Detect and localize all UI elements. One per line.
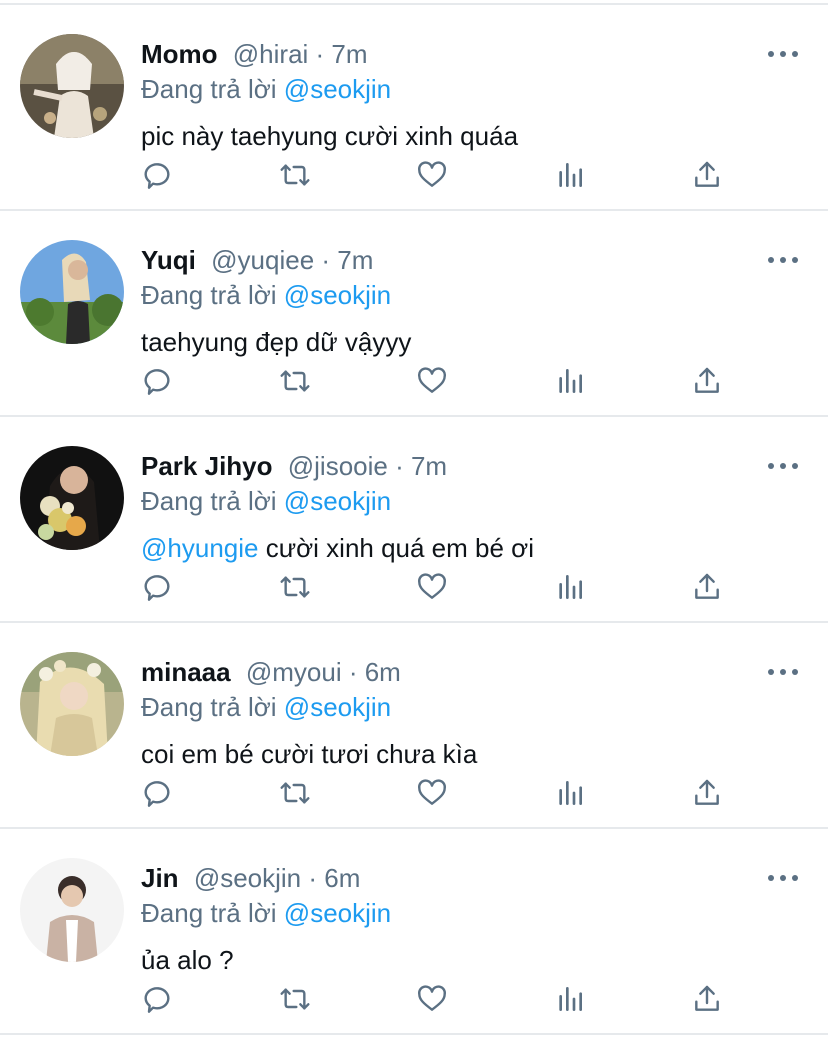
like-icon[interactable] xyxy=(412,361,452,401)
timestamp[interactable]: 7m xyxy=(337,245,373,275)
analytics-icon[interactable] xyxy=(550,773,590,813)
replying-to: Đang trả lời @seokjin xyxy=(141,279,391,311)
separator: · xyxy=(314,245,338,275)
separator: · xyxy=(308,39,332,69)
tweet-body: cười xinh quá em bé ơi xyxy=(258,533,534,563)
tweet-text: taehyung đẹp dữ vậyyy xyxy=(141,325,411,359)
reply-icon[interactable] xyxy=(137,361,177,401)
username[interactable]: @hirai xyxy=(233,39,309,69)
retweet-icon[interactable] xyxy=(275,979,315,1019)
tweet-body: taehyung đẹp dữ vậyyy xyxy=(141,327,412,357)
tweet-body: coi em bé cười tươi chưa kìa xyxy=(141,739,478,769)
username[interactable]: @myoui xyxy=(246,657,342,687)
username[interactable]: @seokjin xyxy=(194,863,301,893)
action-bar xyxy=(141,979,741,1019)
more-icon[interactable] xyxy=(768,866,798,890)
replying-label: Đang trả lời xyxy=(141,692,277,722)
separator: · xyxy=(387,451,411,481)
reply-tweet[interactable]: Momo @hirai · 7m Đang trả lời @seokjin p… xyxy=(0,5,828,211)
analytics-icon[interactable] xyxy=(550,361,590,401)
tweet-text: coi em bé cười tươi chưa kìa xyxy=(141,737,477,771)
tweet-text: ủa alo ? xyxy=(141,943,234,977)
replying-label: Đang trả lời xyxy=(141,486,277,516)
username[interactable]: @jisooie xyxy=(288,451,388,481)
action-bar xyxy=(141,155,741,195)
display-name[interactable]: Jin xyxy=(141,863,179,893)
reply-tweet[interactable]: minaaa @myoui · 6m Đang trả lời @seokjin… xyxy=(0,623,828,829)
display-name[interactable]: Momo xyxy=(141,39,218,69)
retweet-icon[interactable] xyxy=(275,567,315,607)
analytics-icon[interactable] xyxy=(550,155,590,195)
avatar[interactable] xyxy=(20,858,124,962)
replying-to: Đang trả lời @seokjin xyxy=(141,691,391,723)
reply-icon[interactable] xyxy=(137,773,177,813)
share-icon[interactable] xyxy=(687,567,727,607)
more-icon[interactable] xyxy=(768,42,798,66)
reply-to-mention[interactable]: @seokjin xyxy=(284,486,391,516)
reply-to-mention[interactable]: @seokjin xyxy=(284,692,391,722)
replying-label: Đang trả lời xyxy=(141,74,277,104)
separator: · xyxy=(341,657,365,687)
analytics-icon[interactable] xyxy=(550,979,590,1019)
replying-to: Đang trả lời @seokjin xyxy=(141,897,391,929)
action-bar xyxy=(141,773,741,813)
replying-to: Đang trả lời @seokjin xyxy=(141,485,391,517)
display-name[interactable]: Park Jihyo xyxy=(141,451,273,481)
timestamp[interactable]: 6m xyxy=(365,657,401,687)
share-icon[interactable] xyxy=(687,773,727,813)
action-bar xyxy=(141,567,741,607)
avatar[interactable] xyxy=(20,240,124,344)
replying-to: Đang trả lời @seokjin xyxy=(141,73,391,105)
reply-tweet[interactable]: Jin @seokjin · 6m Đang trả lời @seokjin … xyxy=(0,829,828,1035)
replying-label: Đang trả lời xyxy=(141,898,277,928)
timestamp[interactable]: 7m xyxy=(331,39,367,69)
reply-to-mention[interactable]: @seokjin xyxy=(284,280,391,310)
reply-icon[interactable] xyxy=(137,567,177,607)
tweet-text: @hyungie cười xinh quá em bé ơi xyxy=(141,531,534,565)
reply-tweet[interactable]: Park Jihyo @jisooie · 7m Đang trả lời @s… xyxy=(0,417,828,623)
like-icon[interactable] xyxy=(412,567,452,607)
text-mention[interactable]: @hyungie xyxy=(141,533,258,563)
replying-label: Đang trả lời xyxy=(141,280,277,310)
retweet-icon[interactable] xyxy=(275,155,315,195)
reply-tweet[interactable]: Yuqi @yuqiee · 7m Đang trả lời @seokjin … xyxy=(0,211,828,417)
tweet-header: Momo @hirai · 7m xyxy=(141,38,368,70)
like-icon[interactable] xyxy=(412,979,452,1019)
timestamp[interactable]: 6m xyxy=(324,863,360,893)
tweet-header: Park Jihyo @jisooie · 7m xyxy=(141,450,447,482)
share-icon[interactable] xyxy=(687,979,727,1019)
separator: · xyxy=(301,863,325,893)
more-icon[interactable] xyxy=(768,454,798,478)
more-icon[interactable] xyxy=(768,248,798,272)
action-bar xyxy=(141,361,741,401)
reply-to-mention[interactable]: @seokjin xyxy=(284,74,391,104)
tweet-body: pic này taehyung cười xinh quáa xyxy=(141,121,519,151)
reply-icon[interactable] xyxy=(137,155,177,195)
display-name[interactable]: Yuqi xyxy=(141,245,196,275)
more-icon[interactable] xyxy=(768,660,798,684)
reply-icon[interactable] xyxy=(137,979,177,1019)
analytics-icon[interactable] xyxy=(550,567,590,607)
tweet-body: ủa alo ? xyxy=(141,945,234,975)
display-name[interactable]: minaaa xyxy=(141,657,231,687)
avatar[interactable] xyxy=(20,446,124,550)
retweet-icon[interactable] xyxy=(275,773,315,813)
reply-to-mention[interactable]: @seokjin xyxy=(284,898,391,928)
like-icon[interactable] xyxy=(412,155,452,195)
share-icon[interactable] xyxy=(687,155,727,195)
tweet-header: Yuqi @yuqiee · 7m xyxy=(141,244,373,276)
avatar[interactable] xyxy=(20,34,124,138)
username[interactable]: @yuqiee xyxy=(211,245,314,275)
timestamp[interactable]: 7m xyxy=(411,451,447,481)
retweet-icon[interactable] xyxy=(275,361,315,401)
avatar[interactable] xyxy=(20,652,124,756)
share-icon[interactable] xyxy=(687,361,727,401)
tweet-text: pic này taehyung cười xinh quáa xyxy=(141,119,518,153)
tweet-header: Jin @seokjin · 6m xyxy=(141,862,360,894)
tweet-header: minaaa @myoui · 6m xyxy=(141,656,401,688)
like-icon[interactable] xyxy=(412,773,452,813)
